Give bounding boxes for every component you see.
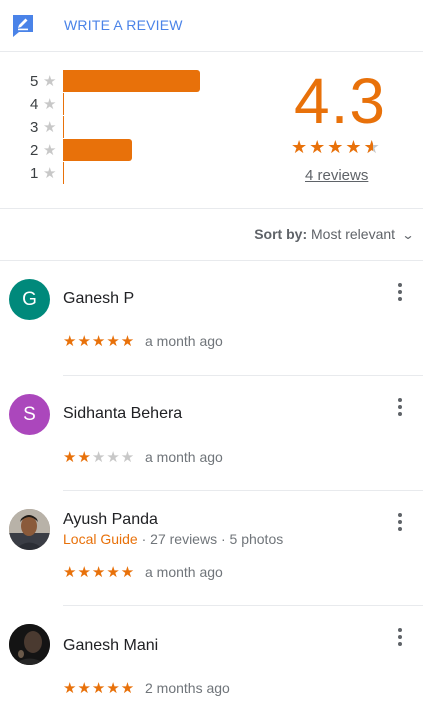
average-rating: 4.3: [294, 65, 386, 137]
histogram-label: 2: [30, 142, 39, 159]
histogram-bar: [63, 139, 132, 161]
review-stars: ★★★★★: [63, 564, 136, 581]
star-icon: ★: [327, 137, 346, 157]
histogram-row-1: 1 ★: [0, 162, 260, 184]
write-review-bar[interactable]: WRITE A REVIEW: [0, 0, 423, 52]
reviewer-name[interactable]: Ayush Panda: [63, 511, 158, 529]
avatar[interactable]: G: [9, 279, 50, 320]
star-icon: ★: [43, 96, 57, 113]
review-item: S Sidhanta Behera ★★★★★ a month ago: [0, 376, 423, 491]
star-icon: ★: [345, 137, 364, 157]
histogram-track: [63, 116, 64, 138]
review-stars: ★★★★★: [63, 449, 136, 466]
histogram-track: [63, 93, 64, 115]
histogram-row-4: 4 ★: [0, 93, 260, 115]
sort-value: Most relevant: [311, 226, 396, 242]
reviewer-name[interactable]: Sidhanta Behera: [63, 405, 182, 423]
profile-photo: [9, 624, 50, 665]
histogram-row-5: 5 ★: [0, 70, 260, 92]
sort-dropdown[interactable]: Sort by: Most relevant ⌄: [254, 226, 415, 242]
histogram-track: [63, 162, 64, 184]
reviewer-name[interactable]: Ganesh Mani: [63, 637, 158, 655]
more-options-button[interactable]: [392, 398, 408, 420]
star-icon: ★: [43, 73, 57, 90]
star-icon: ★: [43, 142, 57, 159]
avatar[interactable]: S: [9, 394, 50, 435]
more-options-button[interactable]: [392, 513, 408, 535]
review-time: 2 months ago: [145, 680, 230, 696]
reviewer-stats: · 27 reviews · 5 photos: [141, 531, 284, 547]
avatar[interactable]: [9, 624, 50, 665]
histogram-label: 4: [30, 96, 39, 113]
histogram-bar: [63, 70, 200, 92]
write-review-icon[interactable]: [11, 13, 35, 37]
average-stars: ★★★★★: [291, 137, 382, 158]
half-star-icon: ★: [364, 137, 382, 158]
histogram-label: 5: [30, 73, 39, 90]
review-item: G Ganesh P ★★★★★ a month ago: [0, 261, 423, 376]
histogram-row-2: 2 ★: [0, 139, 260, 161]
star-icon: ★: [291, 137, 310, 157]
chevron-down-icon: ⌄: [401, 228, 415, 242]
star-icon: ★: [309, 137, 328, 157]
review-time: a month ago: [145, 564, 223, 580]
avatar[interactable]: [9, 509, 50, 550]
review-item: Ayush Panda Local Guide · 27 reviews · 5…: [0, 491, 423, 606]
rating-summary: 5 ★ 4 ★ 3 ★ 2 ★ 1 ★ 4.3 ★★★★★ 4 reviews: [0, 52, 423, 209]
sort-bar: Sort by: Most relevant ⌄: [0, 209, 423, 261]
histogram-label: 3: [30, 119, 39, 136]
review-time: a month ago: [145, 449, 223, 465]
review-stars: ★★★★★: [63, 333, 136, 350]
local-guide-badge[interactable]: Local Guide: [63, 531, 138, 547]
review-item: Ganesh Mani ★★★★★ 2 months ago: [0, 606, 423, 720]
write-review-button[interactable]: WRITE A REVIEW: [64, 17, 183, 33]
star-icon: ★: [43, 165, 57, 182]
review-time: a month ago: [145, 333, 223, 349]
sort-prefix: Sort by:: [254, 226, 308, 242]
profile-photo: [9, 509, 50, 550]
more-options-button[interactable]: [392, 628, 408, 650]
review-stars: ★★★★★: [63, 680, 136, 697]
histogram-row-3: 3 ★: [0, 116, 260, 138]
local-guide-line: Local Guide · 27 reviews · 5 photos: [63, 531, 283, 547]
reviewer-name[interactable]: Ganesh P: [63, 290, 134, 308]
histogram-label: 1: [30, 165, 39, 182]
star-icon: ★: [43, 119, 57, 136]
more-options-button[interactable]: [392, 283, 408, 305]
reviews-count-link[interactable]: 4 reviews: [305, 167, 368, 184]
